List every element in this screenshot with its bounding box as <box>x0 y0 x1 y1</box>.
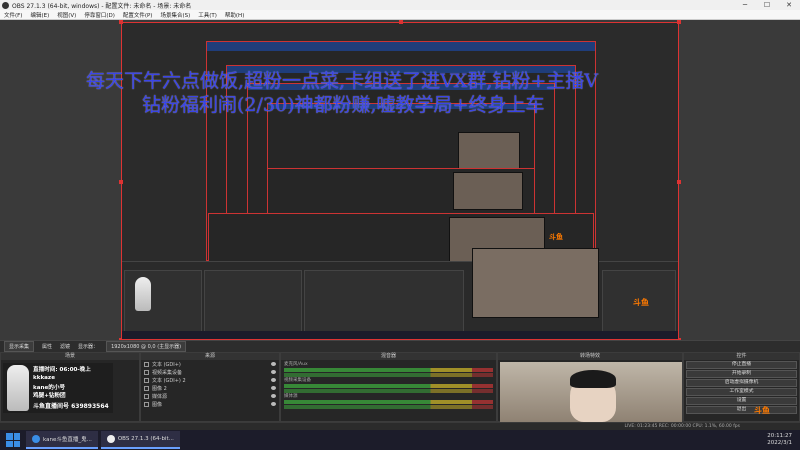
maximize-button[interactable]: ☐ <box>756 0 778 10</box>
menu-edit[interactable]: 编辑(E) <box>26 11 53 19</box>
resize-handle[interactable] <box>399 20 403 24</box>
resize-handle[interactable] <box>119 180 123 184</box>
transitions-header: 转场特效 <box>498 353 682 360</box>
mixer-channel: 视频采集设备 <box>281 376 496 393</box>
obs-icon <box>106 435 115 443</box>
camera-icon <box>144 369 149 375</box>
source-item[interactable]: 媒体源 <box>141 392 279 400</box>
title-bar: OBS 27.1.3 (64-bit, windows) - 配置文件: 未命名… <box>0 0 800 10</box>
source-item[interactable]: 图像 <box>141 400 279 408</box>
menu-bar: 文件(F) 编辑(E) 视图(V) 停靠窗口(D) 配置文件(P) 场景集合(S… <box>0 10 800 20</box>
text-icon <box>144 377 149 383</box>
windows-start-icon[interactable] <box>6 433 20 447</box>
studio-mode-button[interactable]: 工作室模式 <box>686 388 797 396</box>
status-bar: LIVE: 01:23:45 REC: 00:00:00 CPU: 1.1%, … <box>0 422 800 430</box>
resize-handle[interactable] <box>677 180 681 184</box>
douyu-logo: 斗鱼 <box>754 406 770 415</box>
settings-button[interactable]: 设置 <box>686 397 797 405</box>
scene-text: 斗鱼直播间号 639893564 <box>33 403 109 410</box>
controls-dock: 控件 停止直播 开始录制 启动虚拟摄像机 工作室模式 设置 退出 斗鱼 <box>683 352 800 422</box>
mixer-channel: 媒体源 <box>281 392 496 409</box>
taskbar-item-browser[interactable]: kane斗鱼直播_鬼... <box>26 431 98 449</box>
display-select[interactable]: 1920x1080 @ 0,0 (主显示器) <box>106 341 187 352</box>
source-item[interactable]: 文本 (GDI+) 2 <box>141 376 279 384</box>
volume-slider[interactable] <box>284 373 493 377</box>
obs-window: { "window":{"title":"OBS 27.1.3 (64-bit,… <box>0 0 800 450</box>
windows-taskbar: kane斗鱼直播_鬼... OBS 27.1.3 (64-bit... 20:1… <box>0 430 800 450</box>
mixer-channel: 麦克风/Aux <box>281 360 496 377</box>
source-item[interactable]: 文本 (GDI+) <box>141 360 279 368</box>
sources-dock: 来源 文本 (GDI+) 视频采集设备 文本 (GDI+) 2 图像 2 媒体源… <box>140 352 280 422</box>
volume-meter <box>284 368 493 372</box>
webcam-preview <box>500 362 682 422</box>
eye-icon[interactable] <box>271 386 276 390</box>
minimize-button[interactable]: ─ <box>734 0 756 10</box>
scene-thumbnail[interactable]: 直播时间: 06:00-晚上 kkkaze kane的小号 鸡腿+钻粉团 斗鱼直… <box>3 363 113 413</box>
obs-logo-icon <box>2 1 9 9</box>
source-item[interactable]: 视频采集设备 <box>141 368 279 376</box>
media-icon <box>144 393 149 399</box>
exit-button[interactable]: 退出 <box>686 406 797 414</box>
volume-slider[interactable] <box>284 389 493 393</box>
start-recording-button[interactable]: 开始录制 <box>686 370 797 378</box>
scene-text: kane的小号 <box>33 385 66 391</box>
window-title: OBS 27.1.3 (64-bit, windows) - 配置文件: 未命名… <box>12 2 192 10</box>
eye-icon[interactable] <box>271 370 276 374</box>
sources-header: 来源 <box>141 353 279 360</box>
menu-view[interactable]: 视图(V) <box>53 11 80 19</box>
douyu-logo: 斗鱼 <box>633 298 649 307</box>
filters-button[interactable]: 滤镜 <box>60 343 70 350</box>
virtual-camera-button[interactable]: 启动虚拟摄像机 <box>686 379 797 387</box>
nested-webcam <box>472 248 599 318</box>
menu-docks[interactable]: 停靠窗口(D) <box>80 11 119 19</box>
controls-header: 控件 <box>684 353 799 360</box>
stop-streaming-button[interactable]: 停止直播 <box>686 361 797 369</box>
image-icon <box>144 385 149 391</box>
properties-button[interactable]: 属性 <box>42 343 52 350</box>
scenes-header: 场景 <box>1 353 139 360</box>
close-button[interactable]: ✕ <box>778 0 800 10</box>
menu-scene-collection[interactable]: 场景集合(S) <box>156 11 194 19</box>
menu-tools[interactable]: 工具(T) <box>194 11 221 19</box>
image-icon <box>144 401 149 407</box>
eye-icon[interactable] <box>271 362 276 366</box>
volume-meter <box>284 384 493 388</box>
scenes-dock: 场景 直播时间: 06:00-晚上 kkkaze kane的小号 鸡腿+钻粉团 … <box>0 352 140 422</box>
menu-profile[interactable]: 配置文件(P) <box>119 11 157 19</box>
taskbar-item-obs[interactable]: OBS 27.1.3 (64-bit... <box>100 431 180 449</box>
source-item[interactable]: 图像 2 <box>141 384 279 392</box>
douyu-logo: 斗鱼 <box>549 233 563 241</box>
nested-obs-ui: 斗鱼 <box>122 248 678 339</box>
eye-icon[interactable] <box>271 394 276 398</box>
menu-help[interactable]: 帮助(H) <box>221 11 248 19</box>
display-label: 显示器： <box>78 344 99 350</box>
scene-text: 直播时间: 06:00-晚上 <box>33 367 91 373</box>
current-source-name: 显示采集 <box>4 341 35 352</box>
text-icon <box>144 361 149 367</box>
source-toolbar: 显示采集 属性 滤镜 显示器： 1920x1080 @ 0,0 (主显示器) <box>0 340 800 352</box>
audio-mixer-dock: 混音器 麦克风/Aux 视频采集设备 媒体源 <box>280 352 497 422</box>
promo-overlay-text: 每天下午六点做饭,超粉一点菜,卡组送了进VX群,钻粉+主播V <box>86 70 599 92</box>
preview-area[interactable]: 斗鱼 斗鱼 每天下午六点做饭,超粉一点菜,卡组送了进VX群,钻粉+主播V 钻粉福… <box>0 20 800 340</box>
scene-text: 鸡腿+钻粉团 <box>33 393 66 399</box>
volume-meter <box>284 400 493 404</box>
promo-overlay-text: 钻粉福利闹(2/30)神都粉赚,嘘教学局+终身上车 <box>142 94 545 116</box>
resize-handle[interactable] <box>677 20 681 24</box>
robot-mascot-icon <box>7 365 29 411</box>
volume-slider[interactable] <box>284 405 493 409</box>
system-clock[interactable]: 20:11:27 2022/3/1 <box>767 433 800 447</box>
eye-icon[interactable] <box>271 378 276 382</box>
scene-text: kkkaze <box>33 375 55 381</box>
webcam-dock: 转场特效 <box>497 352 683 422</box>
resize-handle[interactable] <box>119 20 123 24</box>
browser-icon <box>32 435 40 443</box>
menu-file[interactable]: 文件(F) <box>0 11 26 19</box>
eye-icon[interactable] <box>271 402 276 406</box>
mixer-header: 混音器 <box>281 353 496 360</box>
